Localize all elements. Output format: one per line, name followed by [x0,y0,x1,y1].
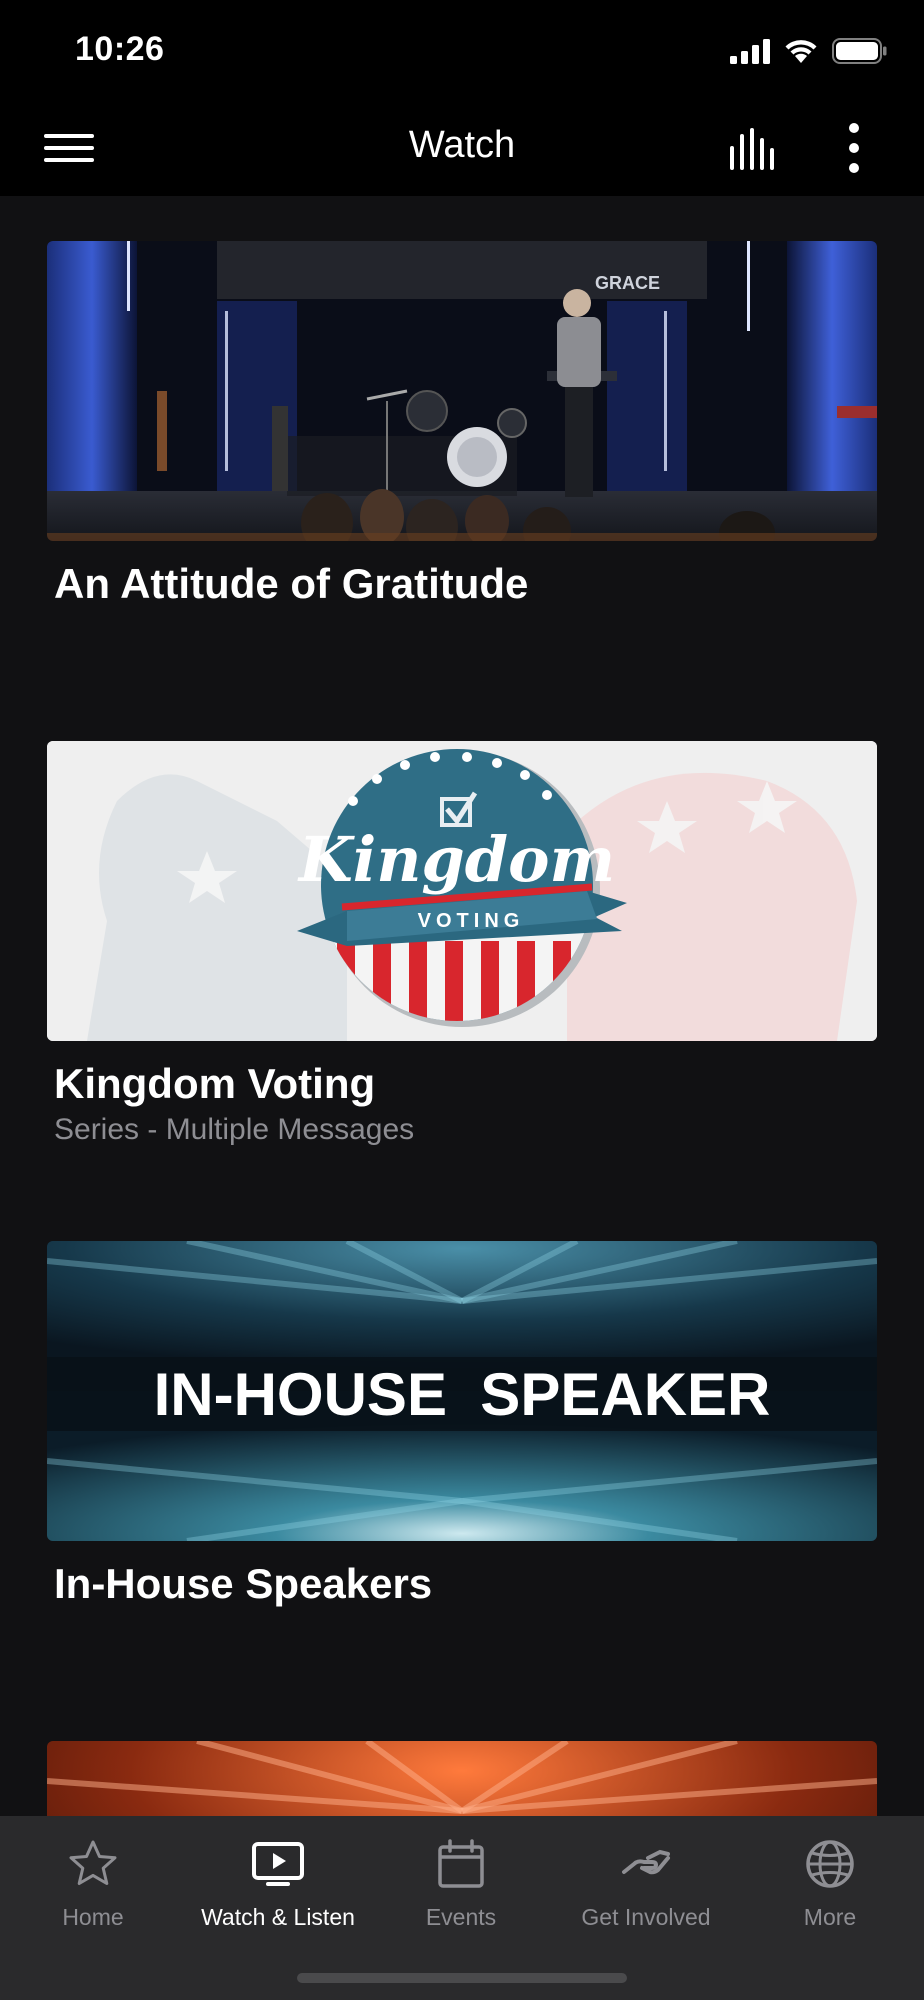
item-subtitle: Series - Multiple Messages [54,1113,415,1147]
tab-label: Get Involved [581,1904,711,1930]
item-title: In-House Speakers [54,1560,433,1607]
more-options-button[interactable] [836,122,872,174]
tab-events[interactable]: Events [371,1838,551,1948]
home-indicator [297,1973,627,1983]
list-item[interactable]: Kingdom VOTING Kingdom Voting Series - M… [47,741,877,1147]
bottom-tab-bar: Home Watch & Listen Events Get Involved [0,1816,924,2000]
status-bar: 10:26 [0,0,924,100]
tab-home[interactable]: Home [3,1838,183,1948]
handshake-icon [622,1849,670,1875]
calendar-icon [438,1839,484,1888]
wifi-icon [785,40,817,63]
tab-label: Watch & Listen [201,1904,355,1930]
svg-text:Kingdom: Kingdom [297,823,615,896]
content-list: GRACE An Attitude of Gratitude Kingdom V… [0,196,924,1816]
speaker-banner-image: IN-HOUSE SPEAKER [47,1241,877,1541]
signal-icon [730,39,770,64]
item-title: An Attitude of Gratitude [54,560,529,607]
battery-icon [832,38,887,64]
svg-text:GRACE: GRACE [595,273,660,293]
tab-get-involved[interactable]: Get Involved [556,1838,736,1948]
globe-icon [806,1840,854,1888]
star-icon [69,1840,117,1885]
audio-bars-icon [730,128,774,170]
stage-thumbnail: GRACE [47,241,877,541]
play-screen-icon [252,1842,304,1886]
svg-text:VOTING: VOTING [418,910,525,932]
partial-thumbnail-image [47,1741,877,1816]
tab-more[interactable]: More [740,1838,920,1948]
kingdom-voting-logo: Kingdom VOTING [47,741,877,1041]
list-item[interactable]: GRACE An Attitude of Gratitude [47,241,877,607]
svg-text:IN-HOUSE SPEAKER: IN-HOUSE SPEAKER [154,1361,771,1428]
top-nav: Watch [0,100,924,196]
tab-label: More [803,1904,857,1930]
tab-label: Events [425,1904,497,1930]
status-time: 10:26 [75,30,165,68]
page-title: Watch [408,124,516,166]
vertical-dots-icon [849,123,859,173]
partial-thumbnail [47,1741,877,1816]
list-item[interactable] [47,1741,877,1816]
in-house-speaker-thumbnail: IN-HOUSE SPEAKER [47,1241,877,1541]
tab-watch-listen[interactable]: Watch & Listen [188,1838,368,1948]
tab-label: Home [62,1904,124,1930]
list-item[interactable]: IN-HOUSE SPEAKER In-House Speakers [47,1241,877,1607]
audio-button[interactable] [728,128,780,170]
item-title: Kingdom Voting [54,1060,376,1107]
stage-scene-image: GRACE [47,241,877,541]
status-icons [730,36,888,66]
kingdom-voting-thumbnail: Kingdom VOTING [47,741,877,1041]
